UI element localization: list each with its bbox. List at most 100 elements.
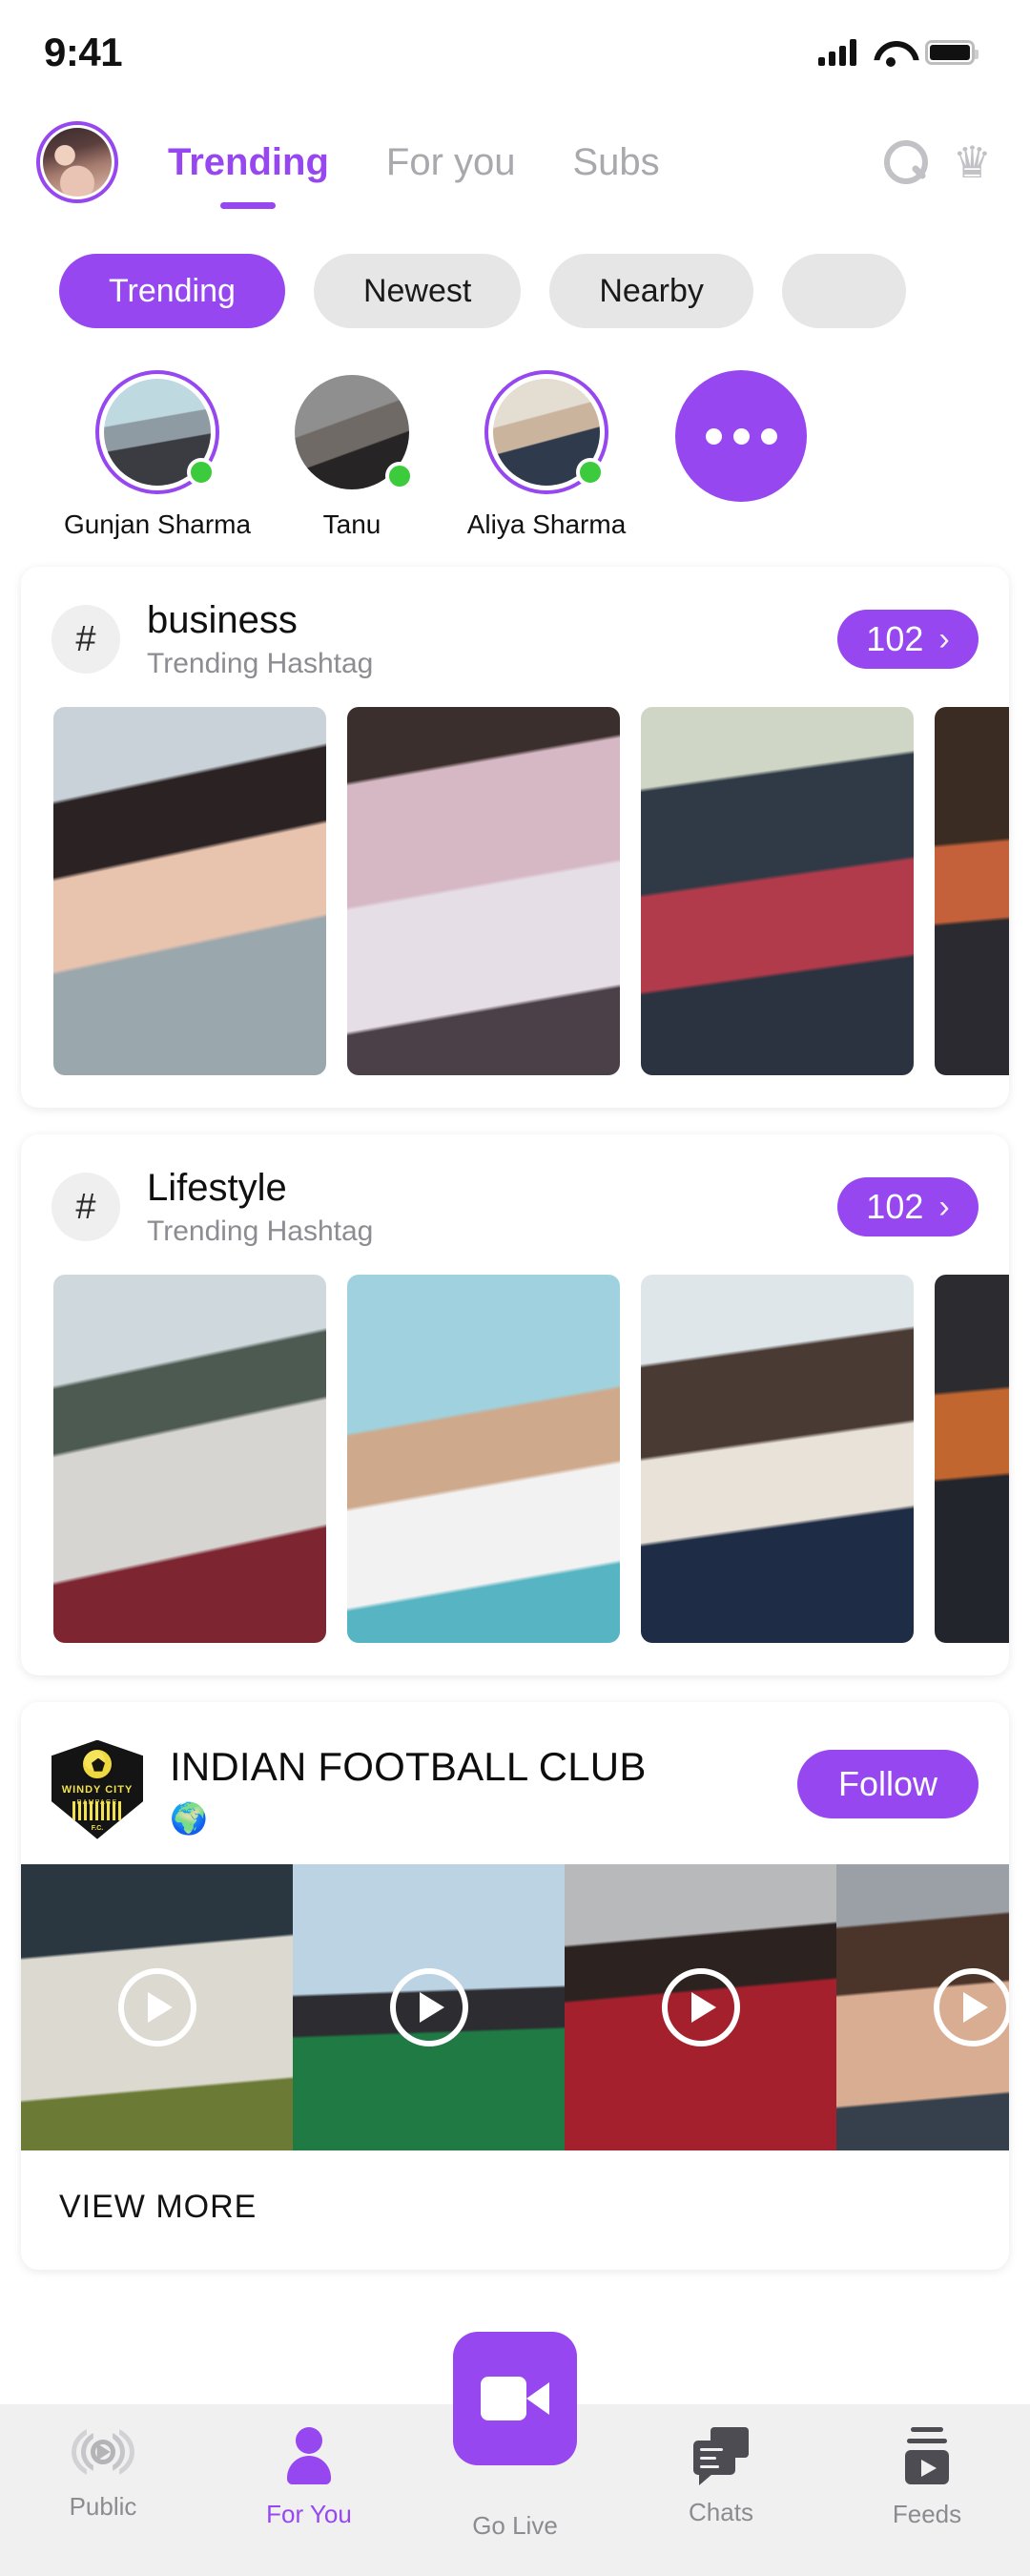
header-actions: ♛ xyxy=(883,140,992,184)
stories-row[interactable]: Gunjan Sharma Tanu Aliya Sharma xyxy=(0,328,1030,540)
app-header: Trending For you Subs ♛ xyxy=(0,105,1030,219)
chip-overflow[interactable] xyxy=(781,254,906,328)
tab-subs[interactable]: Subs xyxy=(573,137,660,188)
nav-label-chats: Chats xyxy=(689,2498,753,2526)
video-thumbnail[interactable] xyxy=(21,1863,293,2150)
channel-logo: WINDY CITY RAMPAGE F.C. xyxy=(52,1739,143,1839)
person-icon xyxy=(283,2427,335,2484)
channel-video-row[interactable] xyxy=(21,1863,1009,2150)
skyline-graphic xyxy=(72,1800,122,1820)
nav-label-public: Public xyxy=(69,2492,137,2521)
chip-newest[interactable]: Newest xyxy=(313,254,522,328)
hashtag-thumbnail[interactable] xyxy=(347,706,620,1075)
story-avatar-ring xyxy=(95,370,219,494)
hashtag-name: business xyxy=(147,599,298,641)
hashtag-thumbnail[interactable] xyxy=(347,1274,620,1643)
video-thumbnail[interactable] xyxy=(836,1863,1009,2150)
hash-icon: # xyxy=(52,605,120,675)
chevron-right-icon: › xyxy=(938,620,950,657)
hashtag-card-header: # Lifestyle Trending Hashtag 102 › xyxy=(21,1134,1009,1275)
nav-item-chats[interactable]: Chats xyxy=(635,2427,807,2527)
tab-trending-label: Trending xyxy=(168,140,329,183)
status-bar-icons xyxy=(818,39,978,67)
signal-bars-icon xyxy=(818,39,856,66)
play-icon[interactable] xyxy=(117,1967,196,2046)
play-icon[interactable] xyxy=(389,1967,468,2046)
hashtag-thumbnail-row[interactable] xyxy=(21,706,1009,1108)
top-tab-bar: Trending For you Subs xyxy=(118,137,884,209)
hashtag-thumbnail[interactable] xyxy=(53,706,326,1075)
video-camera-icon xyxy=(481,2377,549,2420)
filter-chip-row[interactable]: Trending Newest Nearby xyxy=(0,219,1030,328)
chip-nearby[interactable]: Nearby xyxy=(549,254,753,328)
story-avatar-ring xyxy=(290,370,414,494)
app-screen: 9:41 Trending For you Subs ♛ Trending Ne… xyxy=(0,0,1030,2576)
search-icon[interactable] xyxy=(883,140,928,184)
go-live-button[interactable] xyxy=(453,2332,577,2465)
battery-full-icon xyxy=(925,40,978,65)
hashtag-thumbnail[interactable] xyxy=(641,706,914,1075)
profile-avatar[interactable] xyxy=(36,121,118,203)
hashtag-info: business Trending Hashtag xyxy=(147,599,373,680)
hashtag-card-lifestyle: # Lifestyle Trending Hashtag 102 › xyxy=(21,1133,1009,1675)
view-more-button[interactable]: VIEW MORE xyxy=(21,2150,1009,2270)
hashtag-thumbnail[interactable] xyxy=(935,1274,1009,1643)
online-dot xyxy=(385,462,414,490)
channel-header: WINDY CITY RAMPAGE F.C. INDIAN FOOTBALL … xyxy=(21,1702,1009,1864)
hashtag-count-value: 102 xyxy=(866,1187,924,1227)
play-icon[interactable] xyxy=(661,1967,740,2046)
tab-active-underline xyxy=(220,201,277,209)
logo-text-bottom: F.C. xyxy=(91,1824,104,1832)
nav-item-for-you[interactable]: For You xyxy=(223,2427,395,2529)
hashtag-subtitle: Trending Hashtag xyxy=(147,1215,374,1247)
story-item[interactable]: Tanu xyxy=(286,370,418,540)
status-bar: 9:41 xyxy=(0,0,1030,105)
hashtag-count-value: 102 xyxy=(866,619,924,659)
soccer-ball-icon xyxy=(81,1747,113,1780)
story-item[interactable]: Gunjan Sharma xyxy=(64,370,251,540)
hashtag-count-button[interactable]: 102 › xyxy=(837,610,978,670)
more-stories-button[interactable] xyxy=(675,370,807,502)
globe-icon: 🌍 xyxy=(170,1800,208,1836)
hashtag-thumbnail[interactable] xyxy=(641,1274,914,1643)
crown-icon[interactable]: ♛ xyxy=(953,140,992,184)
follow-button[interactable]: Follow xyxy=(797,1749,978,1818)
story-name: Gunjan Sharma xyxy=(63,509,252,539)
online-dot xyxy=(187,458,216,487)
hashtag-card-header: # business Trending Hashtag 102 › xyxy=(21,567,1009,707)
hashtag-card-business: # business Trending Hashtag 102 › xyxy=(21,567,1009,1108)
chip-trending[interactable]: Trending xyxy=(59,254,285,328)
nav-label-go-live: Go Live xyxy=(472,2511,558,2540)
hashtag-thumbnail-row[interactable] xyxy=(21,1274,1009,1675)
wifi-icon xyxy=(874,39,908,67)
story-name: Aliya Sharma xyxy=(466,509,627,539)
hashtag-subtitle: Trending Hashtag xyxy=(147,647,374,679)
hashtag-thumbnail[interactable] xyxy=(53,1274,326,1643)
nav-item-feeds[interactable]: Feeds xyxy=(841,2427,1013,2529)
story-item[interactable]: Aliya Sharma xyxy=(467,370,626,540)
video-thumbnail[interactable] xyxy=(293,1863,565,2150)
logo-text-top: WINDY CITY xyxy=(61,1783,134,1796)
nav-label-feeds: Feeds xyxy=(892,2500,962,2528)
tab-for-you[interactable]: For you xyxy=(386,137,516,188)
hashtag-thumbnail[interactable] xyxy=(935,706,1009,1075)
broadcast-icon xyxy=(69,2425,137,2479)
story-name: Tanu xyxy=(322,509,381,539)
hashtag-name: Lifestyle xyxy=(147,1166,287,1209)
channel-info: INDIAN FOOTBALL CLUB 🌍 xyxy=(170,1740,647,1834)
video-thumbnail[interactable] xyxy=(565,1863,836,2150)
chat-bubbles-icon xyxy=(693,2427,749,2485)
channel-name: INDIAN FOOTBALL CLUB xyxy=(170,1743,647,1789)
play-icon[interactable] xyxy=(933,1967,1009,2046)
hashtag-info: Lifestyle Trending Hashtag xyxy=(147,1167,373,1248)
status-bar-time: 9:41 xyxy=(44,30,123,74)
nav-label-for-you: For You xyxy=(266,2500,352,2528)
hash-icon: # xyxy=(52,1173,120,1242)
feeds-icon xyxy=(903,2427,951,2484)
nav-item-public[interactable]: Public xyxy=(17,2425,189,2522)
hashtag-count-button[interactable]: 102 › xyxy=(837,1177,978,1237)
chevron-right-icon: › xyxy=(938,1188,950,1225)
online-dot xyxy=(576,458,605,487)
tab-trending[interactable]: Trending xyxy=(168,137,329,209)
story-avatar-ring xyxy=(484,370,608,494)
